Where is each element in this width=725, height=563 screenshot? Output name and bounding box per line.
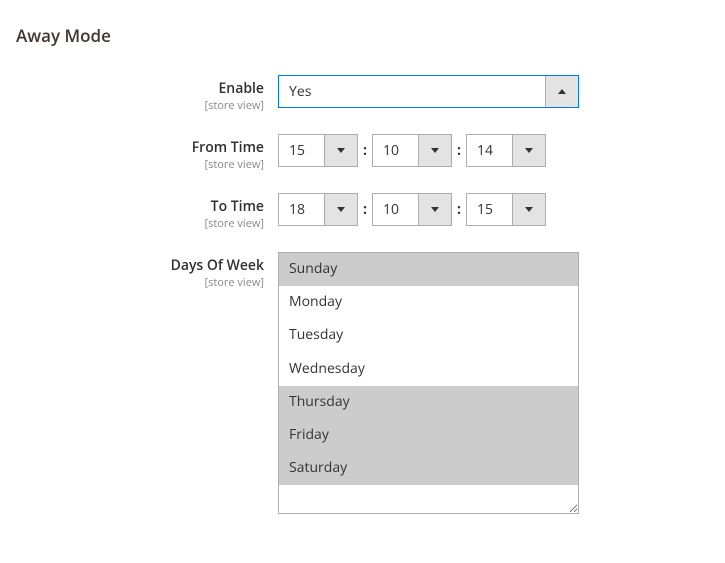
- chevron-down-icon: [525, 207, 533, 212]
- row-days-of-week: Days Of Week [store view] SundayMondayTu…: [16, 252, 709, 514]
- to-time-second-value: 15: [467, 194, 512, 225]
- to-time-minute-trigger[interactable]: [418, 194, 451, 225]
- to-time-minute-value: 10: [373, 194, 418, 225]
- to-time-second-trigger[interactable]: [512, 194, 545, 225]
- days-option[interactable]: Tuesday: [279, 319, 578, 352]
- chevron-down-icon: [337, 148, 345, 153]
- label-days: Days Of Week [store view]: [16, 252, 278, 289]
- row-to-time: To Time [store view] 18 : 10 : 15: [16, 193, 709, 230]
- time-separator: :: [358, 141, 372, 160]
- chevron-down-icon: [431, 207, 439, 212]
- from-time-hour-trigger[interactable]: [324, 135, 357, 166]
- chevron-down-icon: [337, 207, 345, 212]
- days-option[interactable]: Thursday: [279, 386, 578, 419]
- label-enable-scope: [store view]: [16, 99, 264, 112]
- from-time-second[interactable]: 14: [466, 134, 546, 167]
- to-time-hour[interactable]: 18: [278, 193, 358, 226]
- time-separator: :: [452, 200, 466, 219]
- label-days-text: Days Of Week: [16, 258, 264, 275]
- label-to-time-text: To Time: [16, 199, 264, 216]
- section-title: Away Mode: [16, 16, 709, 75]
- from-time-minute[interactable]: 10: [372, 134, 452, 167]
- label-enable: Enable [store view]: [16, 75, 278, 112]
- label-to-time-scope: [store view]: [16, 217, 264, 230]
- to-time-hour-trigger[interactable]: [324, 194, 357, 225]
- to-time-hour-value: 18: [279, 194, 324, 225]
- chevron-up-icon: [558, 89, 566, 94]
- days-option[interactable]: Sunday: [279, 253, 578, 286]
- from-time-group: 15 : 10 : 14: [278, 134, 709, 167]
- label-from-time-text: From Time: [16, 140, 264, 157]
- to-time-group: 18 : 10 : 15: [278, 193, 709, 226]
- label-days-scope: [store view]: [16, 276, 264, 289]
- label-from-time: From Time [store view]: [16, 134, 278, 171]
- row-from-time: From Time [store view] 15 : 10 : 14: [16, 134, 709, 171]
- days-option[interactable]: Saturday: [279, 452, 578, 485]
- label-from-time-scope: [store view]: [16, 158, 264, 171]
- row-enable: Enable [store view] Yes: [16, 75, 709, 112]
- from-time-second-value: 14: [467, 135, 512, 166]
- label-to-time: To Time [store view]: [16, 193, 278, 230]
- days-option[interactable]: Wednesday: [279, 353, 578, 386]
- enable-select-value: Yes: [279, 76, 545, 107]
- days-listbox[interactable]: SundayMondayTuesdayWednesdayThursdayFrid…: [278, 252, 579, 514]
- label-enable-text: Enable: [16, 81, 264, 98]
- enable-select[interactable]: Yes: [278, 75, 579, 108]
- time-separator: :: [358, 200, 372, 219]
- to-time-second[interactable]: 15: [466, 193, 546, 226]
- chevron-down-icon: [525, 148, 533, 153]
- enable-select-trigger[interactable]: [545, 76, 578, 107]
- from-time-minute-trigger[interactable]: [418, 135, 451, 166]
- days-option[interactable]: Monday: [279, 286, 578, 319]
- time-separator: :: [452, 141, 466, 160]
- days-option[interactable]: Friday: [279, 419, 578, 452]
- to-time-minute[interactable]: 10: [372, 193, 452, 226]
- from-time-minute-value: 10: [373, 135, 418, 166]
- from-time-hour-value: 15: [279, 135, 324, 166]
- from-time-hour[interactable]: 15: [278, 134, 358, 167]
- from-time-second-trigger[interactable]: [512, 135, 545, 166]
- chevron-down-icon: [431, 148, 439, 153]
